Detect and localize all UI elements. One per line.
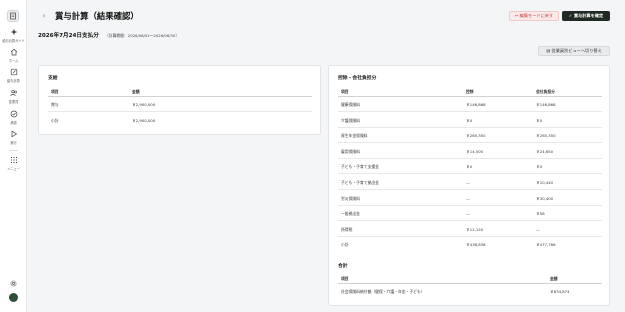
sidebar-item-approval[interactable]: 承認 (0, 110, 27, 125)
row-item: 所得税 (341, 226, 353, 232)
switch-view-label: 従業員別ビューへ切り替え (551, 48, 602, 53)
row-company: — (536, 226, 540, 232)
row-divider (338, 189, 602, 190)
row-divider (48, 111, 312, 112)
row-deduction: ￥0 (466, 117, 473, 123)
row-company: ￥30,400 (536, 195, 554, 201)
sidebar-item-label: 承認 (10, 121, 17, 125)
row-item: 小計 (341, 242, 349, 248)
deductions-title: 控除・会社負担分 (338, 76, 377, 81)
sidebar-item-menu[interactable]: メニュー (0, 156, 27, 171)
payments-card: 支給 項目 金額 賞与 ￥2,900,000 小計 ￥2,900,000 (38, 65, 321, 135)
sidebar-item-home[interactable]: ホーム (0, 48, 27, 63)
row-deduction: — (466, 195, 470, 201)
sidebar-item-label: 給与計算 (7, 79, 20, 83)
row-item: 子ども・子育て拠出金 (341, 180, 379, 185)
row-item: 社会保険料納付額（健保・介護・年金・子ども） (341, 289, 425, 294)
row-company: ￥10,440 (536, 180, 554, 185)
row-item: 賞与 (51, 102, 59, 107)
row-deduction: ￥0 (466, 164, 473, 170)
grid-icon (10, 156, 17, 164)
row-deduction: ￥14,500 (466, 148, 484, 154)
header-divider (338, 96, 602, 97)
sidebar-divider (9, 150, 18, 151)
sidebar-item-label: 実行 (10, 141, 17, 145)
row-divider (338, 204, 602, 206)
calc-period: （計算期間：2026/06/01〜2026/06/30） (105, 32, 180, 38)
sidebar-item-label: ホーム (8, 59, 19, 63)
row-deduction: ￥12,120 (466, 226, 484, 232)
row-item: 子ども・子育て支援金 (341, 164, 379, 170)
sidebar-item-employees[interactable]: 従業員 (0, 89, 27, 104)
gear-icon[interactable] (9, 279, 18, 288)
row-company: ￥0 (536, 117, 543, 123)
header-divider (48, 96, 312, 97)
row-divider (338, 142, 602, 144)
sidebar-item-guide[interactable]: 給与計算ガイド (0, 28, 27, 43)
col-header-amount: 金額 (550, 276, 558, 281)
pay-date: 2026年7月24日支払分 (38, 33, 99, 39)
row-divider (338, 126, 602, 128)
col-header-deduction: 控除 (466, 89, 474, 94)
row-item: 健康保険料 (341, 102, 360, 107)
sidebar-item-run[interactable]: 実行 (0, 130, 27, 145)
row-divider (338, 173, 602, 175)
totals-title: 合計 (338, 264, 348, 269)
back-to-edit-button[interactable]: ↩ 編集モードに戻す (509, 11, 559, 21)
play-icon (11, 130, 17, 138)
sidebar-item-label: メニュー (7, 167, 20, 171)
pencil-icon (10, 68, 17, 76)
sidebar-item-payroll[interactable]: 給与計算 (0, 68, 27, 83)
row-company: ￥58 (536, 211, 545, 217)
switch-view-button[interactable]: ▤ 従業員別ビューへ切り替え (538, 46, 610, 56)
row-company: ￥0 (536, 164, 543, 170)
page-title: 賞与計算（結果確認） (55, 11, 139, 21)
col-header-company: 会社負担分 (536, 89, 555, 94)
deductions-card: 控除・会社負担分 項目 控除 会社負担分 健康保険料 ￥146,868 ￥146,8… (328, 65, 610, 306)
back-to-edit-label: 編集モードに戻す (519, 13, 554, 18)
row-item: 労災保険料 (341, 195, 360, 201)
sparkle-icon (10, 28, 17, 36)
row-deduction: ￥265,350 (466, 133, 486, 139)
sidebar-item-label: 従業員 (8, 100, 19, 104)
row-item: 厚生年金保険料 (341, 133, 368, 139)
row-item: 小計 (51, 118, 59, 123)
app-root: 給与計算ガイド ホーム 給与計算 従業員 承認 実行 メニュー ‹ 賞与計算（結… (0, 0, 625, 312)
avatar[interactable] (9, 293, 18, 302)
row-divider (338, 111, 602, 112)
row-deduction: ￥438,838 (466, 242, 486, 248)
sidebar-item-label: 給与計算ガイド (2, 39, 25, 43)
col-header-item: 項目 (341, 276, 349, 281)
people-icon (9, 89, 17, 97)
col-header-item: 項目 (51, 89, 59, 94)
payments-title: 支給 (48, 76, 58, 81)
col-header-item: 項目 (341, 89, 349, 94)
row-item: 一般拠出金 (341, 211, 360, 217)
row-divider (338, 220, 602, 222)
check-circle-icon (10, 110, 17, 118)
app-logo-icon[interactable] (7, 10, 19, 22)
header-divider (338, 283, 602, 284)
row-amount: ￥2,900,000 (132, 118, 156, 123)
row-deduction: ￥146,868 (466, 102, 486, 107)
col-header-amount: 金額 (132, 89, 140, 94)
row-company: ￥24,650 (536, 148, 554, 154)
row-divider (338, 235, 602, 237)
row-amount: ￥2,900,000 (132, 102, 156, 107)
row-item: 介護保険料 (341, 117, 360, 123)
row-item: 雇用保険料 (341, 148, 360, 154)
row-company: ￥146,868 (536, 102, 556, 107)
row-company: ￥265,350 (536, 133, 556, 139)
confirm-label: 賞与計算を確定 (573, 13, 604, 18)
back-chevron-icon[interactable]: ‹ (40, 12, 48, 20)
row-amount: ￥834,874 (550, 289, 570, 294)
confirm-bonus-button[interactable]: ✓ 賞与計算を確定 (562, 11, 610, 21)
row-company: ￥477,766 (536, 242, 556, 248)
home-icon (10, 48, 17, 56)
sidebar: 給与計算ガイド ホーム 給与計算 従業員 承認 実行 メニュー (0, 0, 27, 312)
row-deduction: — (466, 180, 470, 185)
row-deduction: — (466, 211, 470, 217)
row-divider (338, 157, 602, 159)
